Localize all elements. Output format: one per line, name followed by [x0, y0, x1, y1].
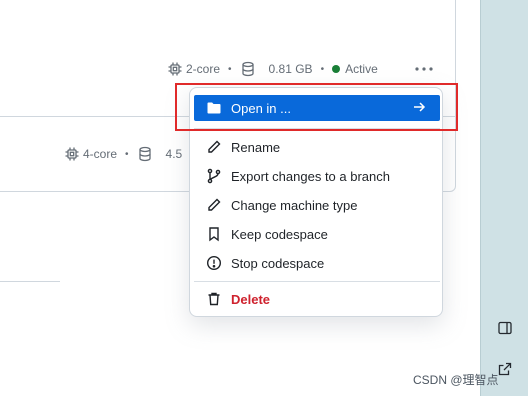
status-label: Active: [345, 62, 378, 76]
bookmark-icon: [206, 226, 222, 242]
active-status-dot: [332, 65, 341, 73]
storage-label: 0.81 GB: [268, 62, 313, 76]
more-options-button[interactable]: [413, 60, 435, 78]
menu-item-export-changes[interactable]: Export changes to a branch: [194, 163, 440, 189]
cpu-icon: [167, 61, 183, 77]
sidebar-toggle-icon[interactable]: [497, 320, 513, 336]
trash-icon: [206, 291, 222, 307]
menu-item-delete[interactable]: Delete: [194, 286, 440, 312]
database-icon: [240, 61, 256, 77]
menu-item-label: Change machine type: [231, 197, 358, 213]
separator-dot: •: [125, 148, 129, 160]
git-branch-icon: [206, 168, 222, 184]
alert-circle-icon: [206, 255, 222, 271]
codespace-meta-row-2: 4-core • 4.5: [64, 146, 182, 162]
menu-separator: [194, 281, 440, 282]
pencil-icon: [206, 197, 222, 213]
separator-dot: •: [320, 63, 325, 75]
codespaces-page: 2-core • 0.81 GB • Active 4-core • 4.5 O…: [0, 0, 480, 396]
external-link-icon[interactable]: [497, 361, 513, 377]
menu-item-label: Keep codespace: [231, 226, 328, 242]
database-icon: [137, 146, 153, 162]
cores-label: 2-core: [186, 62, 221, 76]
codespace-meta-row-1: 2-core • 0.81 GB • Active: [167, 61, 378, 77]
highlight-annotation-box: [175, 83, 458, 131]
side-panel: [480, 0, 528, 396]
cpu-icon: [64, 146, 80, 162]
menu-item-label: Stop codespace: [231, 255, 325, 271]
divider-line: [0, 281, 60, 282]
watermark-text: CSDN @理智点: [413, 373, 499, 387]
storage-label: 4.5: [165, 147, 183, 161]
menu-item-rename[interactable]: Rename: [194, 134, 440, 160]
menu-item-label: Delete: [231, 291, 271, 307]
menu-item-keep-codespace[interactable]: Keep codespace: [194, 221, 440, 247]
menu-item-stop-codespace[interactable]: Stop codespace: [194, 250, 440, 276]
menu-item-label: Rename: [231, 139, 281, 155]
cores-label: 4-core: [83, 147, 118, 161]
menu-item-label: Export changes to a branch: [231, 168, 390, 184]
pencil-icon: [206, 139, 222, 155]
menu-item-change-machine-type[interactable]: Change machine type: [194, 192, 440, 218]
separator-dot: •: [228, 63, 232, 75]
